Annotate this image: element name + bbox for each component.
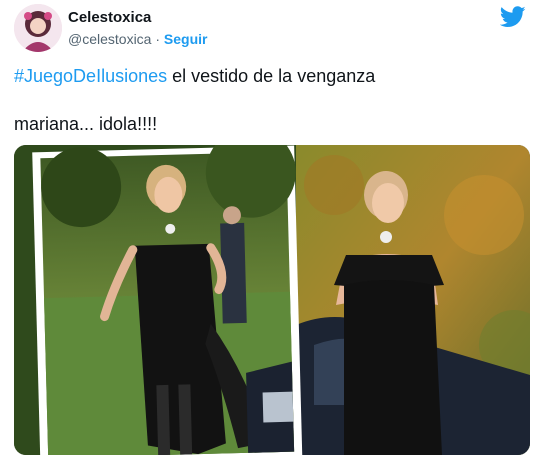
right-photo [296, 145, 530, 455]
author-subline: @celestoxica · Seguir [68, 31, 208, 48]
hashtag-link[interactable]: #JuegoDeIlusiones [14, 66, 167, 86]
twitter-bird-icon[interactable] [500, 6, 526, 28]
author-block: Celestoxica @celestoxica · Seguir [68, 9, 208, 48]
follow-button[interactable]: Seguir [164, 31, 208, 47]
tweet-text-line-2: mariana... idola!!!! [14, 114, 158, 134]
left-photo [32, 145, 303, 455]
separator-dot: · [151, 31, 164, 47]
tweet-text-line-1: #JuegoDeIlusiones el vestido de la venga… [14, 65, 524, 87]
tweet-media[interactable] [14, 145, 530, 455]
display-name[interactable]: Celestoxica [68, 9, 208, 27]
user-handle[interactable]: @celestoxica [68, 31, 151, 47]
tweet-text-rest: el vestido de la venganza [167, 66, 376, 86]
avatar[interactable] [14, 4, 62, 52]
